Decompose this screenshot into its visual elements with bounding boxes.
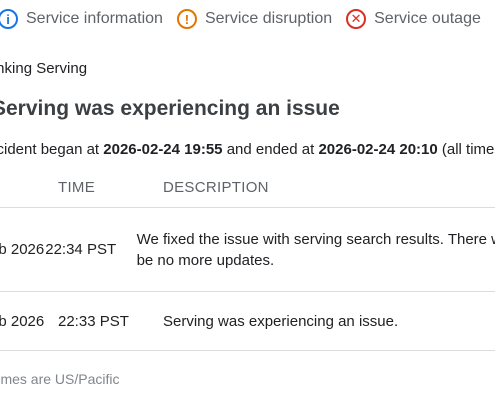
table-row: 24 Feb 2026 22:33 PST Serving was experi… (0, 292, 495, 351)
legend-info: i Service information (0, 9, 163, 29)
row-time: 22:33 PST (58, 312, 129, 330)
timing-prefix: Incident began at (0, 141, 100, 158)
header-date: DATE (0, 179, 58, 196)
row-date: 24 Feb 2026 (0, 241, 45, 258)
timing-suffix: (all times are US/Pacific) (441, 141, 495, 158)
error-icon: ✕ (346, 9, 367, 29)
timing-middle: and ended at (222, 141, 319, 158)
table-row: 24 Feb 2026 22:34 PST We fixed the issue… (0, 208, 495, 292)
warning-icon: ! (176, 9, 197, 29)
legend-outage-label: Service outage (374, 10, 481, 27)
row-description-line: be no more updates. (136, 251, 275, 269)
row-description: We fixed the issue with serving search r… (137, 229, 495, 271)
incident-headline: Serving was experiencing an issue (0, 97, 340, 120)
legend-outage: ✕ Service outage (346, 9, 481, 29)
info-icon: i (0, 9, 18, 29)
legend-disruption: ! Service disruption (176, 9, 333, 29)
incident-timing: Incident began at 2026-02-24 19:55 and e… (0, 141, 495, 158)
legend-disruption-label: Service disruption (204, 10, 333, 27)
row-description: Serving was experiencing an issue. (163, 312, 399, 330)
row-date: 24 Feb 2026 (0, 312, 45, 330)
incident-began: 2026-02-24 19:55 (103, 141, 223, 158)
header-time: TIME (58, 179, 96, 196)
product-name: Ranking Serving (0, 60, 88, 77)
table-header: DATE TIME DESCRIPTION (0, 168, 495, 208)
incident-page: i Service information ! Service disrupti… (0, 0, 495, 400)
incident-ended: 2026-02-24 20:10 (318, 141, 438, 158)
updates-table: DATE TIME DESCRIPTION 24 Feb 2026 22:34 … (0, 168, 495, 351)
timezone-note: All times are US/Pacific (0, 371, 120, 387)
legend-info-label: Service information (26, 10, 163, 27)
row-time: 22:34 PST (45, 241, 117, 258)
header-description: DESCRIPTION (163, 179, 269, 196)
status-legend: i Service information ! Service disrupti… (0, 9, 481, 29)
row-description-line: We fixed the issue with serving search r… (136, 230, 495, 248)
